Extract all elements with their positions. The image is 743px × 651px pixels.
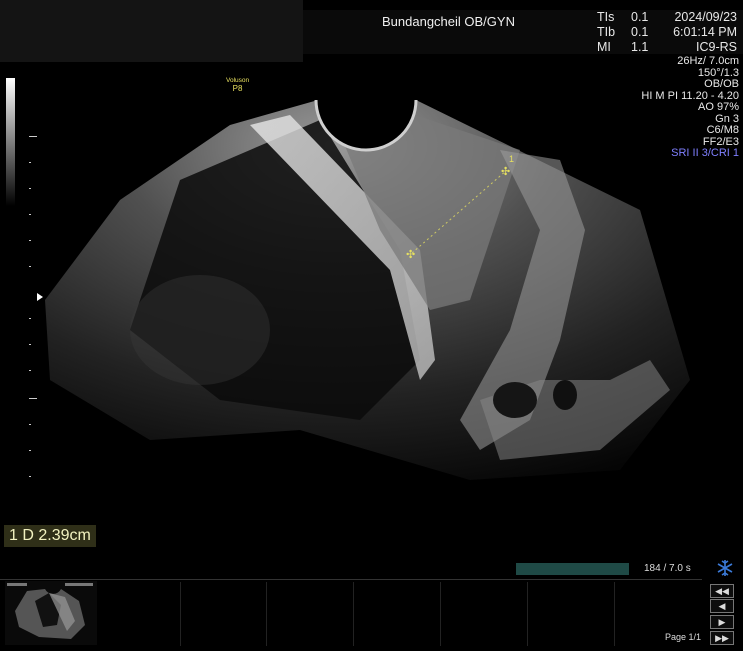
divider — [527, 582, 528, 646]
cine-frame-label: 184 / 7.0 s — [644, 563, 691, 574]
image-thumbnail[interactable] — [5, 581, 97, 645]
logo-line2: P8 — [232, 84, 243, 93]
caliper-start-icon[interactable]: ✣ — [406, 248, 415, 261]
divider — [440, 582, 441, 646]
measurement-result: 1 D 2.39cm — [4, 525, 96, 547]
play-icon[interactable]: ▶ — [710, 615, 734, 629]
divider — [353, 582, 354, 646]
caliper-label: 1 — [509, 154, 514, 164]
divider — [266, 582, 267, 646]
divider — [180, 582, 181, 646]
fast-forward-icon[interactable]: ▶▶ — [710, 631, 734, 645]
sector-fan — [45, 99, 690, 480]
thumbnail-strip — [0, 579, 702, 649]
voluson-logo: Voluson P8 — [226, 77, 249, 93]
page-indicator: Page 1/1 — [665, 632, 702, 642]
caliper-end-icon[interactable]: ✣ — [501, 165, 510, 178]
cine-progress-bar[interactable] — [516, 563, 629, 575]
freeze-icon[interactable] — [716, 559, 734, 577]
rewind-icon[interactable]: ◀◀ — [710, 584, 734, 598]
ultrasound-image[interactable]: ✣ ✣ 1 — [0, 0, 743, 651]
divider — [614, 582, 615, 646]
step-back-icon[interactable]: ◀ — [710, 599, 734, 613]
